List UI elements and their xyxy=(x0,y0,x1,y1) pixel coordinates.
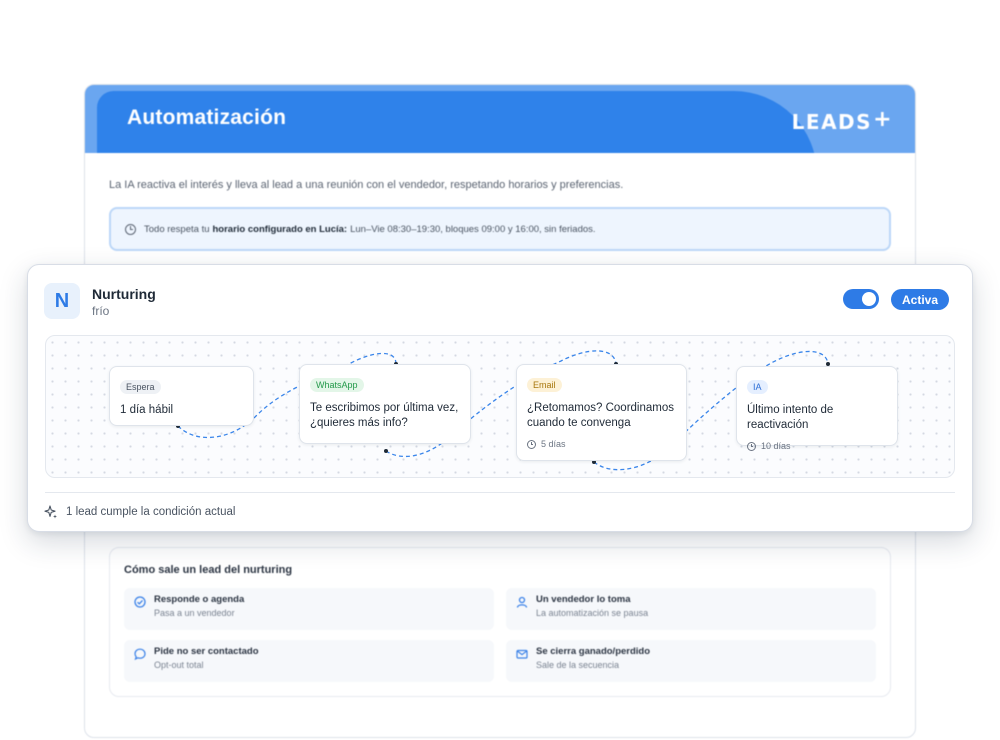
schedule-notice: Todo respeta tu horario configurado en L… xyxy=(109,207,891,251)
notice-prefix: Todo respeta tu xyxy=(144,223,210,235)
sequence-toggle[interactable] xyxy=(843,289,879,309)
exit-item-title: Un vendedor lo toma xyxy=(536,594,631,605)
clock-icon xyxy=(747,441,756,451)
mail-icon xyxy=(516,649,528,659)
toggle-knob xyxy=(862,292,876,306)
window-header: Automatización LEADS + xyxy=(85,85,915,153)
condition-note: 1 lead cumple la condición actual xyxy=(44,505,235,519)
clock-icon xyxy=(527,439,536,449)
user-icon xyxy=(516,596,528,608)
step-delay: 10 días xyxy=(747,441,887,451)
page-title: Automatización xyxy=(127,106,287,129)
exit-item-cierre: Se cierra ganado/perdido Sale de la secu… xyxy=(506,640,876,682)
step-text: 1 día hábil xyxy=(120,404,174,416)
step-whatsapp[interactable]: WhatsApp Te escribimos por última vez, ¿… xyxy=(299,364,471,444)
sequence-segment: frío xyxy=(92,304,110,318)
step-email[interactable]: Email ¿Retomamos? Coordinamos cuando te … xyxy=(516,364,687,461)
sequence-name: Nurturing xyxy=(92,286,156,302)
step-text: Último intento de reactivación xyxy=(747,404,834,431)
exit-item-title: Pide no ser contactado xyxy=(154,646,259,657)
exit-item-subtitle: Opt-out total xyxy=(154,660,204,670)
check-circle-icon xyxy=(134,596,146,608)
step-espera[interactable]: Espera 1 día hábil xyxy=(109,366,254,426)
step-tag: Espera xyxy=(120,380,161,394)
exit-item-optout: Pide no ser contactado Opt-out total xyxy=(124,640,494,682)
notice-suffix: Lun–Vie 08:30–19:30, bloques 09:00 y 16:… xyxy=(350,223,596,235)
exit-title: Cómo sale un lead del nurturing xyxy=(124,564,293,576)
step-text: ¿Retomamos? Coordinamos cuando te conven… xyxy=(527,402,675,429)
condition-text: 1 lead cumple la condición actual xyxy=(66,506,236,518)
sequence-card[interactable]: N Nurturing frío Activa Espera 1 día háb… xyxy=(27,264,973,532)
step-delay-text: 5 días xyxy=(541,439,566,449)
sequence-avatar: N xyxy=(44,283,80,319)
step-tag: IA xyxy=(747,380,768,394)
clock-icon xyxy=(125,223,136,235)
step-tag: WhatsApp xyxy=(310,378,364,392)
notice-bold: horario configurado en Lucía: xyxy=(212,223,348,235)
exit-item-title: Se cierra ganado/perdido xyxy=(536,646,651,657)
card-divider xyxy=(45,492,955,493)
step-tag: Email xyxy=(527,378,562,392)
logo-text: LEADS xyxy=(791,109,873,134)
step-delay: 5 días xyxy=(527,439,676,449)
exit-grid: Responde o agenda Pasa a un vendedor Un … xyxy=(124,588,876,682)
exit-item-title: Responde o agenda xyxy=(154,594,245,605)
logo-plus: + xyxy=(873,107,893,132)
leads-logo: LEADS + xyxy=(791,107,893,134)
exit-item-subtitle: Sale de la secuencia xyxy=(536,660,620,670)
page-description: La IA reactiva el interés y lleva al lea… xyxy=(109,179,624,191)
step-ia[interactable]: IA Último intento de reactivación 10 día… xyxy=(736,366,898,451)
sparkle-icon xyxy=(44,505,57,519)
chat-bubble-icon xyxy=(134,648,146,660)
step-text: Te escribimos por última vez, ¿quieres m… xyxy=(310,402,459,429)
exit-item-subtitle: Pasa a un vendedor xyxy=(154,608,235,618)
status-badge[interactable]: Activa xyxy=(891,289,949,310)
flow-canvas: Espera 1 día hábil WhatsApp Te escribimo… xyxy=(45,335,955,478)
exit-item-vendedor: Un vendedor lo toma La automatización se… xyxy=(506,588,876,630)
exit-conditions-card: Cómo sale un lead del nurturing Responde… xyxy=(109,547,891,697)
exit-item-subtitle: La automatización se pausa xyxy=(536,608,649,618)
step-delay-text: 10 días xyxy=(761,441,791,451)
exit-item-responde: Responde o agenda Pasa a un vendedor xyxy=(124,588,494,630)
